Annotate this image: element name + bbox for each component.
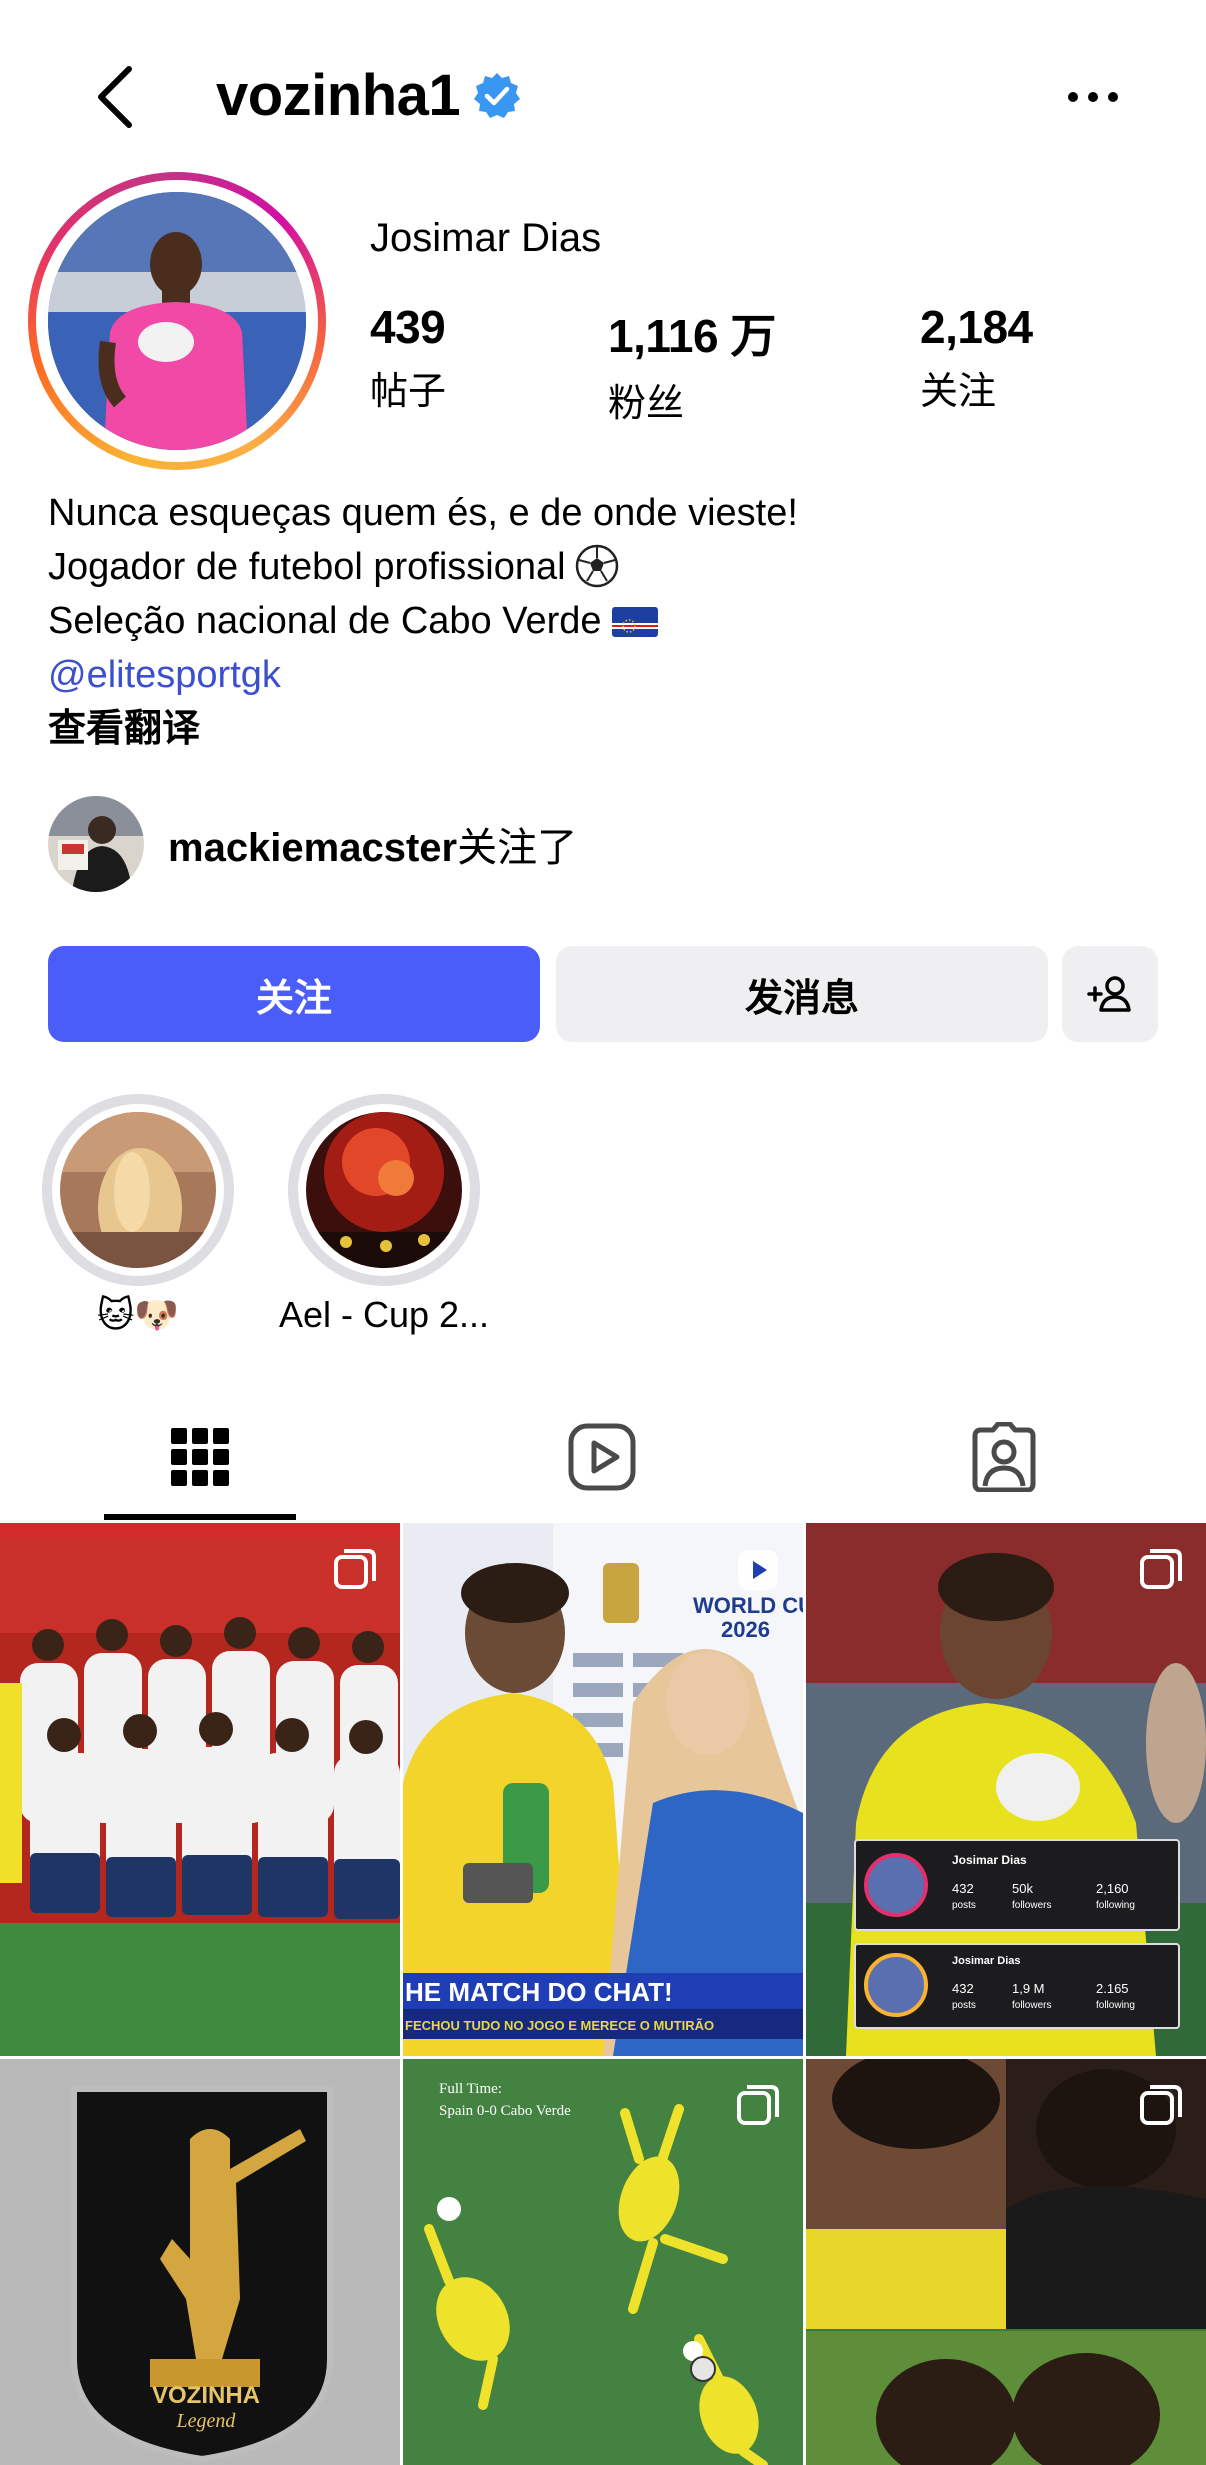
bio-line-1: Nunca esqueças quem és, e de onde vieste… — [48, 492, 798, 534]
profile-card-1-stat-2: 50k followers — [1012, 1881, 1052, 1911]
more-options-button[interactable] — [1058, 72, 1128, 122]
stat-followers-label: 粉丝 — [608, 383, 685, 425]
followed-by-text: mackiemacster关注了 — [168, 815, 577, 873]
message-button[interactable]: 发消息 — [556, 946, 1048, 1042]
post-2-overlay-sub: FECHOU TUDO NO JOGO E MERECE O MUTIRÃO — [405, 2018, 714, 2033]
profile-card-1-stat-3: 2,160 following — [1096, 1881, 1135, 1911]
follower-avatar — [48, 796, 144, 892]
suggested-accounts-button[interactable] — [1062, 946, 1158, 1042]
play-square-icon — [568, 1423, 636, 1491]
profile-card-2-stat-2: 1,9 Mfollowers — [1012, 1981, 1052, 2011]
stat-following-value: 2,184 — [920, 301, 1033, 353]
svg-text:2026: 2026 — [721, 1617, 770, 1642]
grid-icon — [171, 1428, 229, 1486]
carousel-icon — [1140, 1549, 1182, 1589]
highlight-2-label: Ael - Cup 2... — [278, 1294, 490, 1335]
tab-posts[interactable] — [104, 1392, 296, 1522]
verified-badge-icon — [474, 73, 520, 118]
post-1[interactable] — [0, 1523, 400, 2056]
active-tab-indicator — [104, 1514, 296, 1520]
bio-line-2-wrap: Jogador de futebol profissional — [48, 540, 798, 594]
ellipsis-icon — [1068, 92, 1118, 102]
profile-bio: Nunca esqueças quem és, e de onde vieste… — [48, 486, 798, 756]
profile-full-name: Josimar Dias — [370, 216, 602, 260]
reel-icon — [738, 1550, 778, 1590]
stat-posts-value: 439 — [370, 301, 446, 353]
profile-card-2-stat-3: 2.165 following — [1096, 1981, 1135, 2011]
see-translation-button[interactable]: 查看翻译 — [48, 702, 798, 756]
highlight-1[interactable] — [42, 1094, 234, 1286]
chevron-left-icon — [98, 66, 132, 128]
post-6[interactable] — [806, 2059, 1206, 2465]
stat-following[interactable]: 2,184 关注 — [920, 300, 1033, 415]
stat-followers-value: 1,116 万 — [608, 310, 776, 362]
bio-line-3: Seleção nacional de Cabo Verde — [48, 600, 602, 642]
post-4[interactable]: VOZINHA Legend — [0, 2059, 400, 2465]
followed-by-name: mackiemacster — [168, 826, 458, 870]
profile-card-1-name: Josimar Dias — [952, 1853, 1027, 1867]
highlight-2[interactable] — [288, 1094, 480, 1286]
carousel-icon — [334, 1549, 376, 1589]
post-5[interactable]: Full Time: Spain 0-0 Cabo Verde — [403, 2059, 803, 2465]
profile-avatar-story-ring[interactable] — [28, 172, 326, 470]
add-person-icon — [1087, 976, 1131, 1012]
profile-card-2-stat-1: 432 posts — [952, 1981, 976, 2011]
followed-by-suffix: 关注了 — [457, 826, 578, 870]
back-button[interactable] — [80, 58, 150, 136]
profile-tabs — [0, 1392, 1206, 1522]
bio-link[interactable]: @elitesportgk — [48, 648, 798, 702]
followed-by-row[interactable]: mackiemacster关注了 — [48, 796, 577, 892]
svg-text:WORLD CU: WORLD CU — [693, 1593, 803, 1618]
highlight-2-cover — [306, 1112, 462, 1268]
post-3[interactable]: Josimar Dias 432 posts 50k followers 2,160… — [806, 1523, 1206, 2056]
post-4-overlay-sub: Legend — [176, 2410, 237, 2432]
post-2-overlay-text: HE MATCH DO CHAT! — [405, 1977, 673, 2007]
post-5-overlay-text: Full Time: — [439, 2081, 502, 2097]
highlight-1-cover — [60, 1112, 216, 1268]
stat-posts-label: 帖子 — [370, 371, 447, 413]
tab-reels[interactable] — [506, 1392, 698, 1522]
stat-following-label: 关注 — [920, 371, 997, 413]
bio-line-2: Jogador de futebol profissional — [48, 546, 566, 588]
profile-card-1-stat-1: 432 posts — [952, 1881, 976, 1911]
profile-card-1: Josimar Dias 432 posts 50k followers 2,160… — [854, 1839, 1180, 1931]
follow-button[interactable]: 关注 — [48, 946, 540, 1042]
stat-followers[interactable]: 1,116 万 粉丝 — [608, 300, 776, 427]
carousel-icon — [737, 2085, 779, 2125]
post-4-overlay-text: VOZINHA — [152, 2382, 260, 2409]
tab-tagged[interactable] — [908, 1392, 1100, 1522]
profile-card-2-name: Josimar Dias — [952, 1955, 1021, 1967]
post-2[interactable]: HE MATCH DO CHAT! FECHOU TUDO NO JOGO E … — [403, 1523, 803, 2056]
cape-verde-flag-icon — [611, 607, 658, 637]
carousel-icon — [1140, 2085, 1182, 2125]
tagged-person-icon — [972, 1422, 1036, 1492]
profile-avatar — [48, 192, 306, 450]
profile-username: vozinha1 — [216, 63, 461, 128]
stat-posts[interactable]: 439 帖子 — [370, 300, 446, 415]
bio-line-3-wrap: Seleção nacional de Cabo Verde — [48, 594, 798, 648]
highlight-1-label: 🐱🐶 — [96, 1294, 180, 1335]
soccer-ball-icon — [575, 544, 618, 588]
profile-card-2: Josimar Dias 432 posts 1,9 Mfollowers 2.1… — [854, 1943, 1180, 2029]
post-5-overlay-sub: Spain 0-0 Cabo Verde — [439, 2103, 571, 2119]
top-bar: vozinha1 — [0, 0, 1206, 190]
